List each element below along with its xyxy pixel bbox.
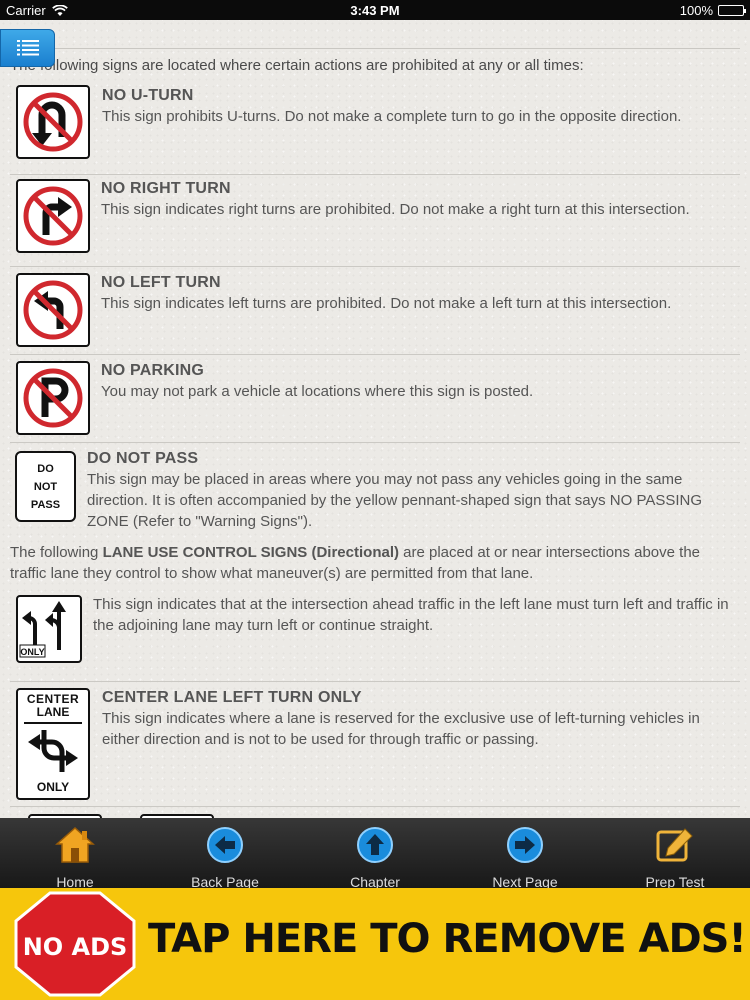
no-left-turn-sign-icon [16,273,90,347]
intro-text: The following signs are located where ce… [10,57,584,74]
back-arrow-icon [205,826,245,864]
prep-test-button[interactable]: Prep Test [605,818,745,890]
sign-row-no-left-turn: NO LEFT TURN This sign indicates left tu… [10,267,740,355]
intro-before: The following [10,544,103,561]
center-text: CENTER [27,692,79,706]
sign-row-center-lane: CENTER LANE ONLY CENTER LANE LEFT TURN O… [10,682,740,807]
forward-arrow-icon [505,826,545,864]
sign-title: NO RIGHT TURN [101,180,231,197]
status-bar: Carrier 3:43 PM 100% [0,0,750,20]
home-button[interactable]: Home [5,818,145,890]
do-not-pass-sign-icon: DO NOT PASS [15,451,76,522]
sign-description: This sign indicates right turns are proh… [101,201,690,218]
next-page-button[interactable]: Next Page [455,818,595,890]
sign-text-do: DO [37,462,54,475]
chapter-button[interactable]: Chapter [305,818,445,890]
menu-button[interactable] [0,29,55,67]
remove-ads-banner[interactable]: NO ADS TAP HERE TO REMOVE ADS! [0,888,750,1000]
sign-row-lane-left-only: ONLY This sign indicates that at the int… [10,588,740,682]
lane-left-only-sign-icon: ONLY [16,595,82,663]
sign-description: You may not park a vehicle at locations … [101,383,534,400]
bottom-toolbar: Home Back Page Chapter Next Page Prep Te… [0,818,750,890]
divider [10,48,740,49]
sign-title: NO LEFT TURN [101,274,221,291]
intro-bold: LANE USE CONTROL SIGNS (Directional) [102,544,399,561]
no-parking-sign-icon [16,361,90,435]
sign-description: This sign prohibits U-turns. Do not make… [102,108,682,125]
battery-percent: 100% [679,3,713,18]
up-arrow-icon [355,826,395,864]
lane-text: LANE [37,705,70,719]
lane-only-label: ONLY [20,647,44,657]
sign-description: This sign indicates where a lane is rese… [102,710,700,748]
sign-description: This sign may be placed in areas where y… [87,471,703,530]
sign-row-no-u-turn: NO U-TURN This sign prohibits U-turns. D… [10,80,740,175]
center-lane-only-text: ONLY [37,780,69,794]
no-right-turn-sign-icon [16,179,90,253]
edit-pencil-icon [655,826,695,864]
sign-text-not: NOT [33,480,58,493]
remove-ads-text: TAP HERE TO REMOVE ADS! [148,916,747,962]
sign-text-pass: PASS [30,498,61,511]
no-ads-stop-sign-icon: NO ADS [14,891,136,997]
sign-row-no-right-turn: NO RIGHT TURN This sign indicates right … [10,175,740,267]
sign-title: NO U-TURN [102,87,194,104]
sign-title: NO PARKING [101,362,205,379]
no-u-turn-sign-icon [16,85,90,159]
content-area[interactable]: The following signs are located where ce… [0,20,750,818]
battery-icon [718,5,746,16]
battery-group: 100% [679,3,746,18]
no-ads-badge-text: NO ADS [23,933,128,961]
clock: 3:43 PM [350,3,400,18]
sign-row-no-parking: NO PARKING You may not park a vehicle at… [10,355,740,443]
back-page-button[interactable]: Back Page [155,818,295,890]
sign-row-do-not-pass: DO NOT PASS DO NOT PASS This sign may be… [10,443,740,533]
list-icon [16,40,39,56]
sign-description: This sign indicates that at the intersec… [93,596,729,634]
center-lane-sign-icon: CENTER LANE ONLY [16,688,90,800]
sign-description: This sign indicates left turns are prohi… [101,295,672,312]
lane-use-intro: The following LANE USE CONTROL SIGNS (Di… [10,542,740,584]
sign-title: CENTER LANE LEFT TURN ONLY [102,689,362,706]
home-icon [55,826,95,864]
sign-title: DO NOT PASS [87,450,199,467]
